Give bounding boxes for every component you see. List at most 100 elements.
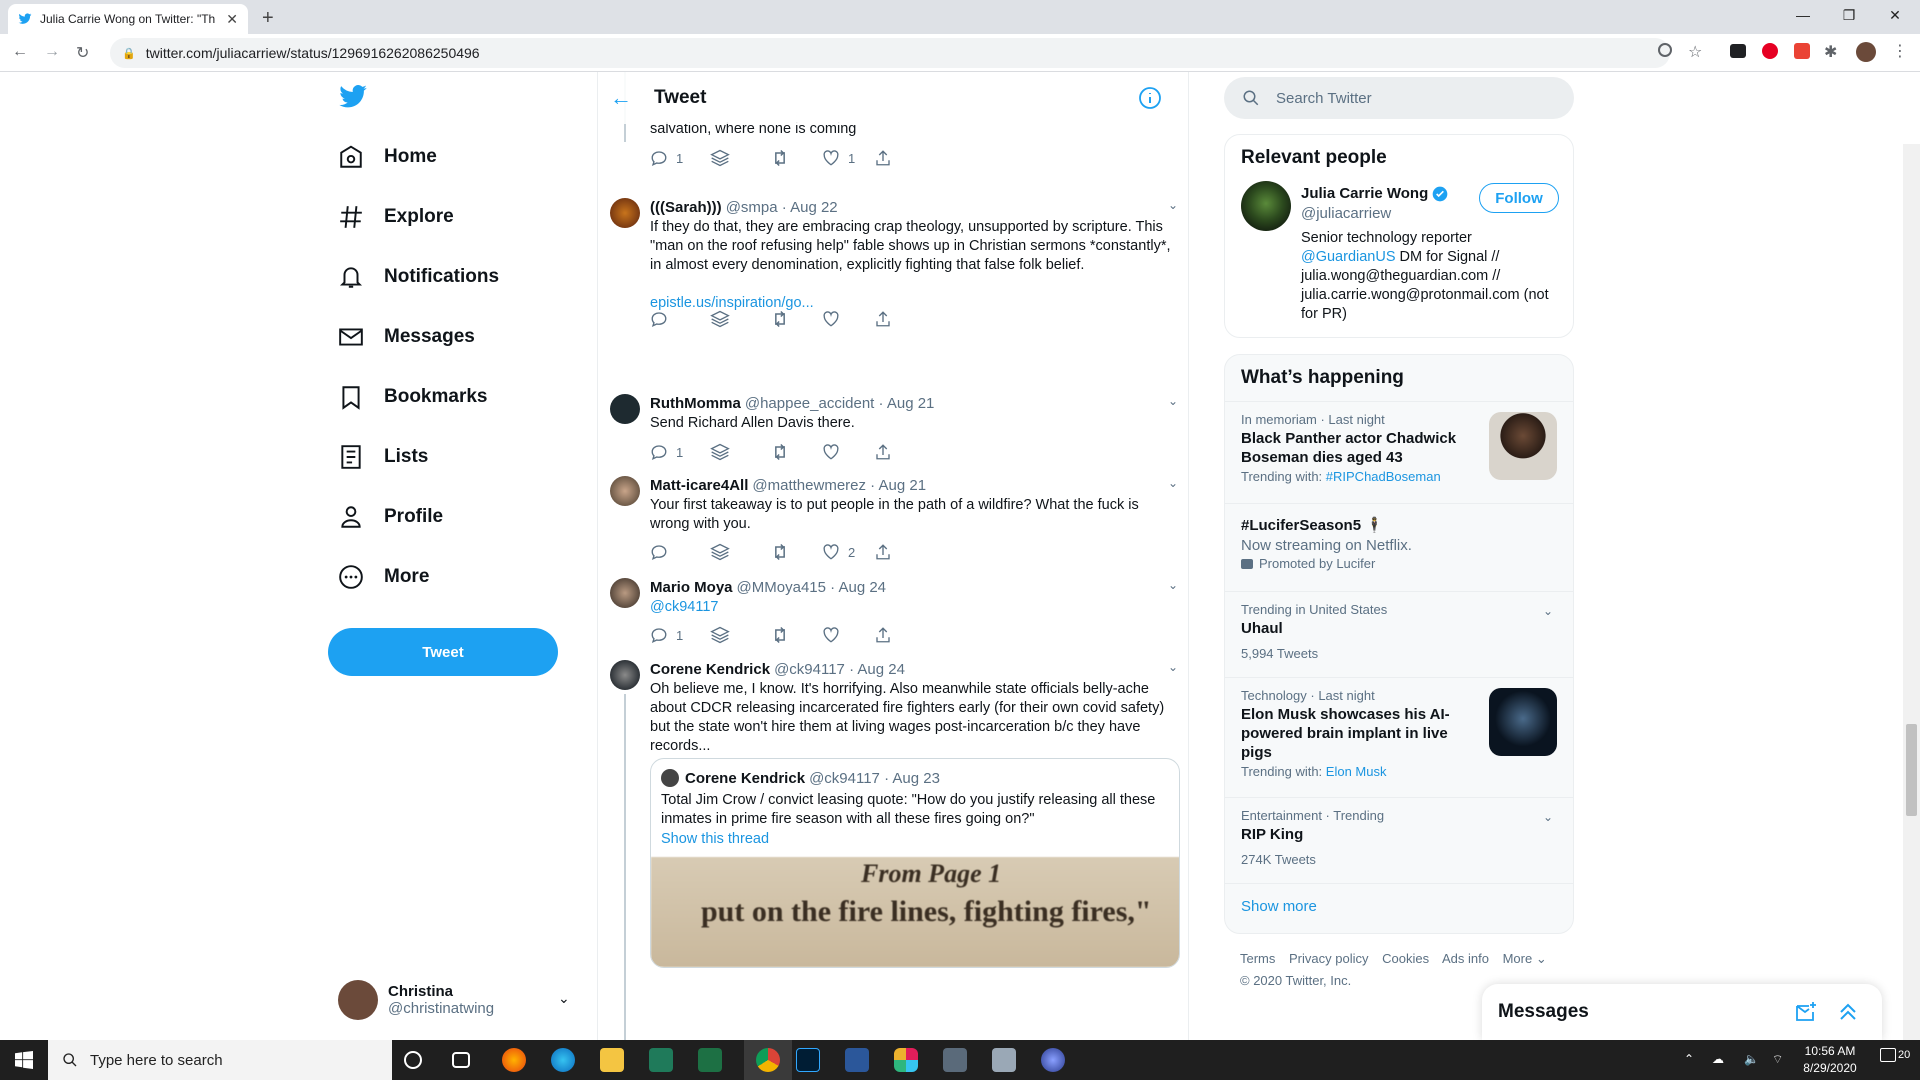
puzzle-extensions-icon[interactable]: ✱ bbox=[1824, 42, 1842, 61]
chevron-down-icon[interactable]: ⌄ bbox=[1168, 660, 1178, 674]
edge-icon[interactable] bbox=[551, 1048, 575, 1072]
firefox-icon[interactable] bbox=[502, 1048, 526, 1072]
trend-item[interactable]: Trending in United States Uhaul 5,994 Tw… bbox=[1225, 591, 1573, 677]
nav-messages[interactable]: Messages bbox=[338, 317, 475, 357]
share-icon[interactable] bbox=[874, 149, 934, 167]
chevron-down-icon[interactable]: ⌄ bbox=[1543, 810, 1553, 824]
quoted-tweet[interactable]: Corene Kendrick @ck94117 · Aug 23 Total … bbox=[650, 758, 1180, 968]
nav-profile[interactable]: Profile bbox=[338, 497, 443, 537]
tweet-author[interactable]: Matt-icare4All bbox=[650, 477, 748, 494]
slack-icon[interactable] bbox=[894, 1048, 918, 1072]
close-window-button[interactable]: ✕ bbox=[1872, 0, 1918, 30]
retweet-icon[interactable] bbox=[770, 542, 822, 562]
buffer-icon[interactable] bbox=[710, 625, 770, 645]
new-tab-button[interactable]: + bbox=[262, 7, 274, 30]
chevron-down-icon[interactable]: ⌄ bbox=[1543, 604, 1553, 618]
relevant-person[interactable]: Julia Carrie Wong @juliacarriew Follow S… bbox=[1225, 181, 1573, 341]
user-avatar[interactable] bbox=[610, 660, 640, 690]
publisher-icon[interactable] bbox=[649, 1048, 673, 1072]
nav-explore[interactable]: Explore bbox=[338, 197, 454, 237]
tab-close-icon[interactable]: ✕ bbox=[226, 11, 238, 28]
buffer-icon[interactable] bbox=[710, 542, 770, 562]
chevron-down-icon[interactable]: ⌄ bbox=[1168, 394, 1178, 408]
windows-start-icon[interactable] bbox=[0, 1040, 48, 1080]
compose-tweet-button[interactable]: Tweet bbox=[328, 628, 558, 676]
buffer-icon[interactable] bbox=[710, 309, 770, 329]
person-avatar[interactable] bbox=[1241, 181, 1291, 231]
notification-center-icon[interactable]: 20 bbox=[1880, 1048, 1910, 1062]
cortana-icon[interactable] bbox=[404, 1051, 422, 1069]
retweet-icon[interactable] bbox=[770, 625, 822, 645]
cloud-icon[interactable]: ☁ bbox=[1712, 1052, 1724, 1066]
tweet-author[interactable]: RuthMomma bbox=[650, 395, 741, 412]
chevron-down-icon[interactable]: ⌄ bbox=[1168, 578, 1178, 592]
like-icon[interactable]: 2 bbox=[822, 543, 874, 561]
like-icon[interactable]: 1 bbox=[822, 149, 874, 167]
star-icon[interactable]: ☆ bbox=[1688, 42, 1706, 61]
chevron-up-icon[interactable]: ⌃ bbox=[1684, 1052, 1694, 1066]
retweet-icon[interactable] bbox=[770, 148, 822, 168]
retweet-icon[interactable] bbox=[770, 309, 822, 329]
buffer-icon[interactable] bbox=[710, 148, 770, 168]
reply-icon[interactable]: 1 bbox=[650, 149, 710, 167]
messages-drawer[interactable]: Messages bbox=[1482, 984, 1882, 1040]
address-bar[interactable]: 🔒 twitter.com/juliacarriew/status/129691… bbox=[110, 38, 1670, 68]
share-icon[interactable] bbox=[874, 443, 934, 461]
trend-hashtag-link[interactable]: #RIPChadBoseman bbox=[1326, 469, 1441, 484]
excel-icon[interactable] bbox=[698, 1048, 722, 1072]
system-clock[interactable]: 10:56 AM 8/29/2020 bbox=[1790, 1043, 1870, 1077]
reply-icon[interactable]: 1 bbox=[650, 626, 710, 644]
forward-icon[interactable]: → bbox=[44, 43, 60, 61]
reload-icon[interactable]: ↻ bbox=[76, 43, 89, 63]
search-input[interactable]: Search Twitter bbox=[1224, 77, 1574, 119]
footer-privacy-link[interactable]: Privacy policy bbox=[1289, 951, 1368, 966]
person-name[interactable]: Julia Carrie Wong bbox=[1301, 185, 1428, 202]
share-icon[interactable] bbox=[874, 310, 934, 328]
wifi-icon[interactable]: ⌔ bbox=[1772, 1052, 1783, 1067]
extension-badge-icon[interactable] bbox=[1794, 43, 1810, 59]
tweet-author[interactable]: Corene Kendrick bbox=[650, 661, 770, 678]
volume-icon[interactable]: 🔈 bbox=[1744, 1052, 1759, 1066]
share-icon[interactable] bbox=[874, 543, 934, 561]
chrome-icon[interactable] bbox=[756, 1048, 780, 1072]
reply-icon[interactable] bbox=[650, 543, 710, 561]
follow-button[interactable]: Follow bbox=[1479, 183, 1559, 213]
footer-cookies-link[interactable]: Cookies bbox=[1382, 951, 1429, 966]
user-avatar[interactable] bbox=[610, 578, 640, 608]
info-icon[interactable] bbox=[1138, 86, 1162, 110]
new-message-icon[interactable] bbox=[1794, 1000, 1818, 1024]
scrollbar[interactable] bbox=[1903, 144, 1920, 1040]
trend-hashtag-link[interactable]: Elon Musk bbox=[1326, 764, 1387, 779]
app-icon[interactable] bbox=[1041, 1048, 1065, 1072]
retweet-icon[interactable] bbox=[770, 442, 822, 462]
task-view-icon[interactable] bbox=[452, 1052, 470, 1068]
chevron-down-icon[interactable]: ⌄ bbox=[1168, 476, 1178, 490]
footer-more-link[interactable]: More ⌄ bbox=[1503, 951, 1547, 966]
file-explorer-icon[interactable] bbox=[600, 1048, 624, 1072]
tweet-author[interactable]: (((Sarah))) bbox=[650, 199, 722, 216]
user-avatar[interactable] bbox=[610, 476, 640, 506]
taskbar-search-input[interactable]: Type here to search bbox=[48, 1040, 392, 1080]
back-arrow-icon[interactable]: ← bbox=[610, 85, 632, 111]
nav-more[interactable]: More bbox=[338, 557, 429, 597]
app-icon[interactable] bbox=[992, 1048, 1016, 1072]
account-switcher[interactable]: Christina @christinatwing ⌄ bbox=[338, 980, 570, 1020]
share-icon[interactable] bbox=[874, 626, 934, 644]
reply-icon[interactable] bbox=[650, 310, 710, 328]
profile-avatar[interactable] bbox=[1856, 42, 1876, 62]
buffer-icon[interactable] bbox=[710, 442, 770, 462]
quoted-image[interactable]: From Page 1 put on the fire lines, fight… bbox=[651, 857, 1179, 967]
pinterest-extension-icon[interactable] bbox=[1762, 43, 1778, 59]
twitter-logo-icon[interactable] bbox=[338, 82, 368, 112]
scrollbar-thumb[interactable] bbox=[1906, 724, 1917, 816]
nav-home[interactable]: Home bbox=[338, 137, 437, 177]
app-icon[interactable] bbox=[943, 1048, 967, 1072]
add-icon[interactable] bbox=[1658, 43, 1672, 57]
reply-icon[interactable]: 1 bbox=[650, 443, 710, 461]
like-icon[interactable] bbox=[822, 443, 874, 461]
buffer-extension-icon[interactable] bbox=[1730, 44, 1746, 58]
show-more-link[interactable]: Show more bbox=[1225, 883, 1573, 929]
user-avatar[interactable] bbox=[610, 394, 640, 424]
tweet-item[interactable]: Corene Kendrick @ck94117 · Aug 24 Oh bel… bbox=[598, 660, 1188, 1040]
trend-item[interactable]: Technology · Last night Elon Musk showca… bbox=[1225, 677, 1573, 797]
